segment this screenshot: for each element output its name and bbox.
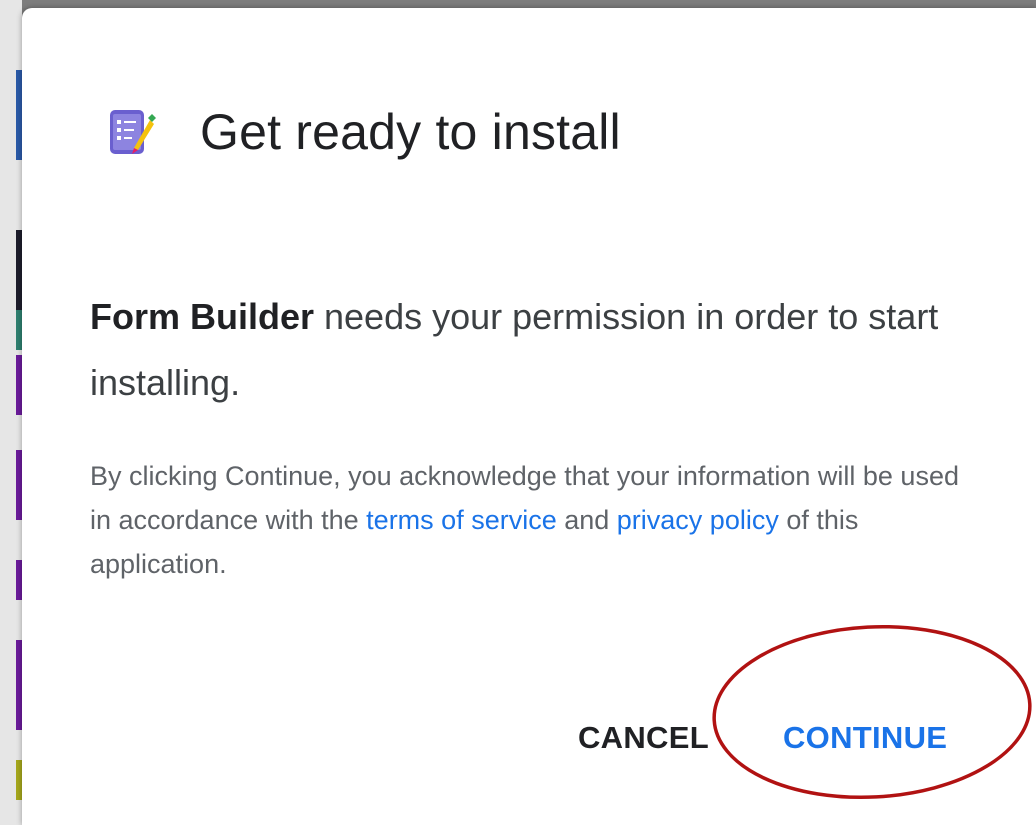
install-permission-dialog: Get ready to install Form Builder needs … <box>22 8 1036 825</box>
privacy-policy-link[interactable]: privacy policy <box>617 505 779 535</box>
background-top-bar <box>22 0 1036 8</box>
terms-disclaimer: By clicking Continue, you acknowledge th… <box>90 454 970 586</box>
continue-button[interactable]: CONTINUE <box>783 708 947 768</box>
cancel-button[interactable]: CANCEL <box>578 708 709 768</box>
terms-of-service-link[interactable]: terms of service <box>366 505 557 535</box>
disclaimer-text-2: and <box>556 505 617 535</box>
form-builder-app-icon <box>104 106 156 158</box>
dialog-actions: CANCEL CONTINUE <box>22 708 1036 768</box>
background-page-edge <box>0 0 22 825</box>
dialog-header: Get ready to install <box>104 92 621 172</box>
permission-message: Form Builder needs your permission in or… <box>90 284 970 416</box>
app-name: Form Builder <box>90 296 315 337</box>
dialog-title: Get ready to install <box>200 104 621 160</box>
